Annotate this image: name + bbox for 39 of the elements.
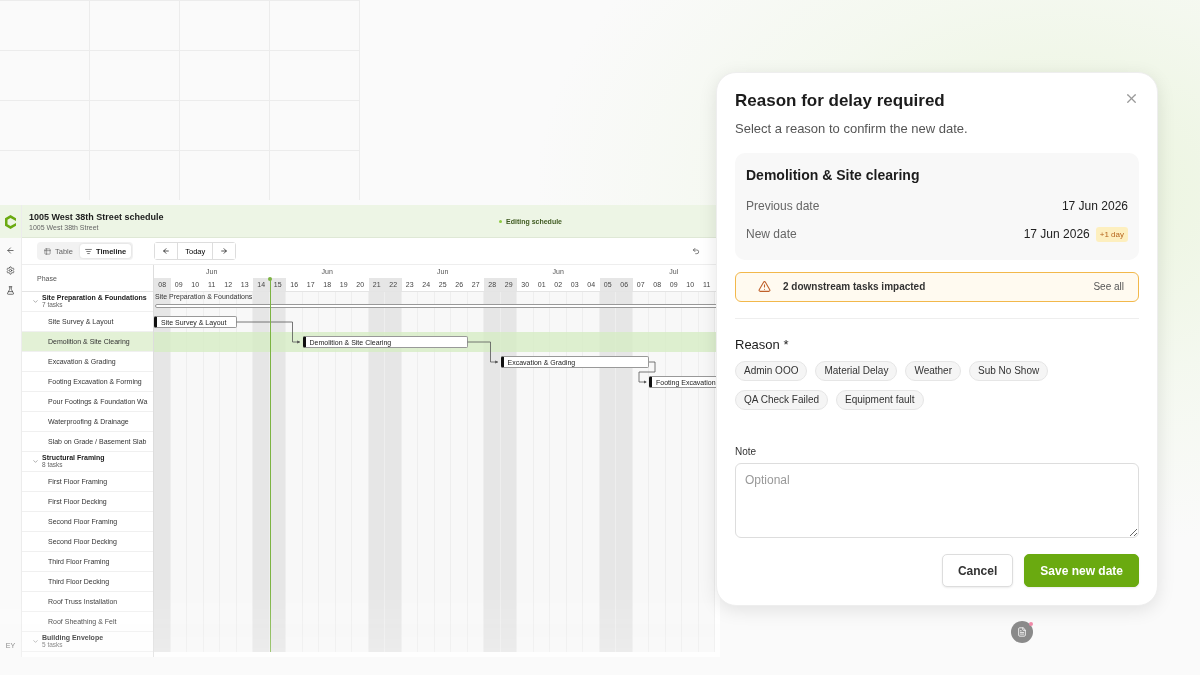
chevron-icon[interactable] xyxy=(32,298,39,305)
close-icon[interactable] xyxy=(1124,91,1139,106)
cancel-button[interactable]: Cancel xyxy=(941,554,1014,587)
task-title: Demolition & Site clearing xyxy=(746,167,921,183)
list-icon xyxy=(84,247,92,255)
note-label: Note xyxy=(735,445,758,457)
logo-icon xyxy=(5,214,16,229)
reason-chip[interactable]: QA Check Failed xyxy=(735,389,829,410)
delay-badge: +1 day xyxy=(1095,226,1128,242)
table-icon xyxy=(44,247,51,255)
date-value: 17 Jun 2026 xyxy=(1061,199,1128,213)
previous-button[interactable] xyxy=(155,243,179,259)
date-label: Previous date xyxy=(746,199,820,213)
reason-chip[interactable]: Material Delay xyxy=(815,360,898,381)
arrow-right-icon xyxy=(220,247,229,255)
schedule-title: 1005 West 38th Street schedule xyxy=(29,211,165,222)
dialog-title: Reason for delay required xyxy=(735,91,945,111)
reason-chip[interactable]: Sub No Show xyxy=(969,360,1049,381)
warning-icon xyxy=(758,280,771,294)
today-marker xyxy=(268,277,272,281)
chevron-icon[interactable] xyxy=(32,458,39,465)
chat-button[interactable] xyxy=(1011,621,1033,643)
document-icon xyxy=(1017,627,1027,637)
dialog-subtitle: Select a reason to confirm the new date. xyxy=(735,121,969,136)
reason-chip[interactable]: Admin OOO xyxy=(735,360,808,381)
settings-icon[interactable] xyxy=(6,266,15,275)
reason-chip[interactable]: Equipment fault xyxy=(836,389,924,410)
see-all-link[interactable]: See all xyxy=(1093,281,1124,293)
back-icon[interactable] xyxy=(6,246,15,255)
chevron-icon[interactable] xyxy=(32,638,39,645)
arrow-left-icon xyxy=(162,247,171,255)
date-label: New date xyxy=(746,227,797,241)
reason-chip[interactable]: Weather xyxy=(905,360,961,381)
undo-icon[interactable] xyxy=(692,247,700,255)
date-value: 17 Jun 2026 xyxy=(1023,227,1090,241)
warning-text: 2 downstream tasks impacted xyxy=(783,281,927,293)
reason-label: Reason * xyxy=(735,336,790,352)
note-field[interactable]: Optional xyxy=(735,462,1139,538)
flask-icon[interactable] xyxy=(6,286,15,295)
